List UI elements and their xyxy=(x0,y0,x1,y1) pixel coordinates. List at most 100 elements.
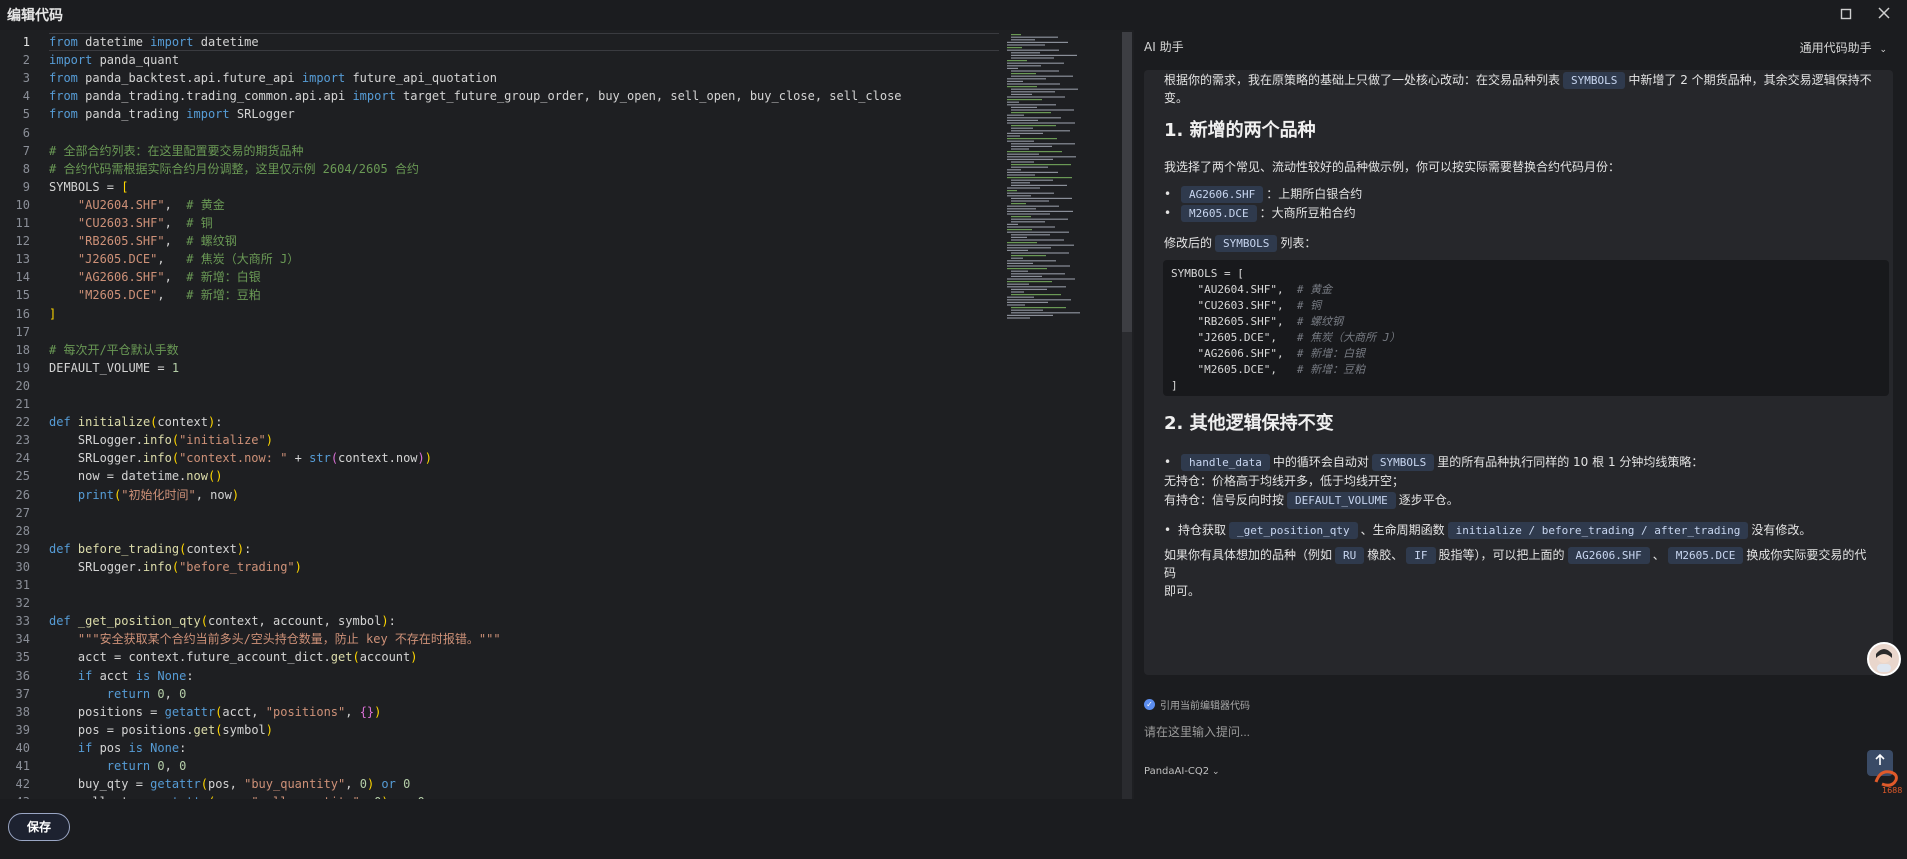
check-icon[interactable]: ✓ xyxy=(1144,699,1155,710)
mode-selector[interactable]: 通用代码助手 ⌄ xyxy=(1800,39,1887,56)
paragraph: 如果你有具体想加的品种（例如 RU 橡胶、 IF 股指等），可以把上面的 AG2606.S… xyxy=(1164,547,1867,598)
section-heading: 1. 新增的两个品种 xyxy=(1164,120,1316,141)
code-line[interactable]: from datetime import datetime xyxy=(49,33,259,51)
line-text: 无持仓：价格高于均线开多，低于均线开空； xyxy=(1164,474,1405,488)
code-line[interactable]: acct = context.future_account_dict.get(a… xyxy=(49,648,418,666)
quote-editor-toggle[interactable]: ✓ 引用当前编辑器代码 xyxy=(1144,697,1250,712)
code-line[interactable]: if pos is None: xyxy=(49,739,186,757)
line-number: 4 xyxy=(22,89,30,104)
minimap-line xyxy=(1011,112,1051,114)
minimap-line xyxy=(1011,130,1070,132)
code-line[interactable]: return 0, 0 xyxy=(49,685,187,703)
code-line[interactable]: positions = getattr(acct, "positions", {… xyxy=(49,703,382,721)
save-button[interactable]: 保存 xyxy=(8,813,70,841)
chevron-down-icon: ⌄ xyxy=(1209,767,1220,777)
paragraph: 修改后的 SYMBOLS 列表： xyxy=(1164,235,1317,252)
editor-scroll-thumb[interactable] xyxy=(1122,32,1132,332)
code-line[interactable]: "AU2604.SHF", # 黄金 xyxy=(49,196,225,214)
code-line[interactable]: DEFAULT_VOLUME = 1 xyxy=(49,359,179,377)
code-block-line: ] xyxy=(1171,379,1178,392)
code-line[interactable]: print("初始化时间", now) xyxy=(49,486,239,504)
minimap-line xyxy=(1011,203,1026,205)
maximize-icon[interactable] xyxy=(1836,5,1856,25)
line-number: 13 xyxy=(15,252,30,267)
minimap-line xyxy=(1011,88,1078,90)
code-line[interactable]: return 0, 0 xyxy=(49,757,187,775)
line-number: 33 xyxy=(15,614,30,629)
minimap-line xyxy=(1007,78,1046,80)
code-line[interactable]: "RB2605.SHF", # 螺纹钢 xyxy=(49,232,237,250)
code-line[interactable]: buy_qty = getattr(pos, "buy_quantity", 0… xyxy=(49,775,410,793)
code-line[interactable]: def initialize(context): xyxy=(49,413,222,431)
code-line[interactable]: SRLogger.info("initialize") xyxy=(49,431,273,449)
code-line[interactable]: SRLogger.info("before_trading") xyxy=(49,558,302,576)
code-line[interactable]: from panda_trading.trading_common.api.ap… xyxy=(49,87,902,105)
line-number: 16 xyxy=(15,306,30,321)
code-line[interactable]: "J2605.DCE", # 焦炭（大商所 J） xyxy=(49,250,299,268)
minimap-line xyxy=(1007,205,1059,207)
code-line[interactable]: # 全部合约列表：在这里配置要交易的期货品种 xyxy=(49,142,303,160)
code-line[interactable]: def _get_position_qty(context, account, … xyxy=(49,612,396,630)
minimap-line xyxy=(1007,190,1017,192)
minimap-line xyxy=(1007,278,1075,280)
mode-label: 通用代码助手 xyxy=(1799,41,1872,55)
line-number: 3 xyxy=(22,71,30,86)
minimap-line xyxy=(1007,132,1043,134)
minimap-line xyxy=(1007,114,1024,116)
line-number: 10 xyxy=(15,197,30,212)
code-line[interactable]: "CU2603.SHF", # 铜 xyxy=(49,214,213,232)
close-icon[interactable] xyxy=(1874,5,1894,25)
model-selector[interactable]: PandaAI-CQ2 ⌄ xyxy=(1144,766,1220,777)
prompt-input[interactable] xyxy=(1144,720,1844,744)
minimap-line xyxy=(1011,239,1064,241)
line-number: 15 xyxy=(15,288,30,303)
ai-title: AI 助手 xyxy=(1144,39,1184,54)
code-block[interactable]: SYMBOLS = [ "AU2604.SHF", # 黄金 "CU2603.S… xyxy=(1163,260,1889,396)
code-line[interactable]: now = datetime.now() xyxy=(49,467,223,485)
code-line[interactable]: "M2605.DCE", # 新增：豆粕 xyxy=(49,286,261,304)
code-line[interactable]: SYMBOLS = [ xyxy=(49,178,128,196)
minimap-line xyxy=(1011,252,1069,254)
line-number: 22 xyxy=(15,415,30,430)
code-line[interactable]: def before_trading(context): xyxy=(49,540,251,558)
line-number: 19 xyxy=(15,360,30,375)
code-line[interactable]: # 每次开/平仓默认手数 xyxy=(49,341,179,359)
minimap-line xyxy=(1011,275,1042,277)
minimap-line xyxy=(1007,171,1058,173)
minimap-line xyxy=(1007,99,1042,101)
line-number: 18 xyxy=(15,342,30,357)
line-number: 39 xyxy=(15,722,30,737)
line-number: 31 xyxy=(15,578,30,592)
code-line[interactable]: SRLogger.info("context.now: " + str(cont… xyxy=(49,449,432,467)
code-line[interactable]: # 合约代码需根据实际合约月份调整，这里仅示例 2604/2605 合约 xyxy=(49,160,419,178)
code-line[interactable]: from panda_backtest.api.future_api impor… xyxy=(49,69,497,87)
line-number: 1 xyxy=(22,35,30,49)
assistant-avatar[interactable] xyxy=(1867,642,1901,676)
code-line[interactable]: pos = positions.get(symbol) xyxy=(49,721,273,739)
line-number: 24 xyxy=(15,451,30,466)
minimap-line xyxy=(1007,210,1073,212)
code-line[interactable]: "AG2606.SHF", # 新增：白银 xyxy=(49,268,261,286)
code-line[interactable]: ] xyxy=(49,305,56,323)
minimap-line xyxy=(1007,262,1033,264)
code-line[interactable]: """安全获取某个合约当前多头/空头持仓数量，防止 key 不存在时报错。""" xyxy=(49,630,501,648)
line-number: 35 xyxy=(15,650,30,665)
code-line[interactable]: if acct is None: xyxy=(49,667,194,685)
minimap-line xyxy=(1011,182,1030,184)
minimap-line xyxy=(1007,304,1025,306)
minimap-line xyxy=(1007,49,1059,51)
code-editor[interactable]: 1 2 3 4 5 6 7 8 9 10 11 12 13 14 15 16 17 18 19 20 21 22 23 24 2… xyxy=(0,32,1134,799)
minimap-line xyxy=(1011,309,1043,311)
code-area[interactable]: from datetime import datetime import pand… xyxy=(49,32,999,799)
ai-assistant-panel: AI 助手 通用代码助手 ⌄ 根据你的需求，我在原策略的基础上只做了一处核心改动… xyxy=(1134,30,1907,859)
line-number: 20 xyxy=(15,378,30,393)
line-number: 6 xyxy=(22,125,30,140)
minimap-line xyxy=(1007,104,1056,106)
code-line[interactable]: from panda_trading import SRLogger xyxy=(49,105,295,123)
minimap-line xyxy=(1007,283,1029,285)
code-block-line: SYMBOLS = [ xyxy=(1171,267,1244,280)
code-block-line: "AG2606.SHF", # 新增：白银 xyxy=(1171,347,1366,360)
code-line[interactable]: import panda_quant xyxy=(49,51,179,69)
line-number: 40 xyxy=(15,740,30,755)
minimap[interactable] xyxy=(1003,32,1128,332)
